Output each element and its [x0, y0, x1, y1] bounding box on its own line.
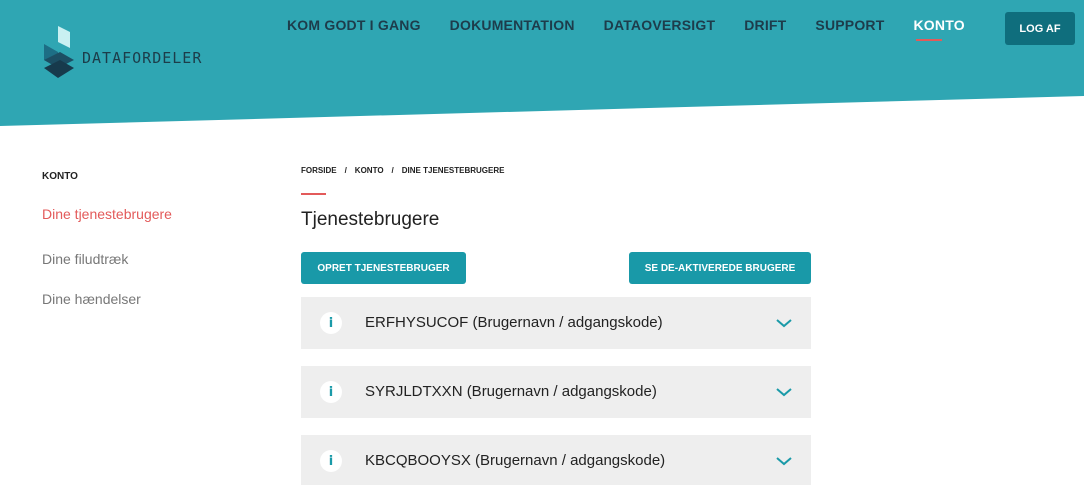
sidebar-item-filudtraek[interactable]: Dine filudtræk — [42, 251, 128, 267]
show-deactivated-users-button[interactable]: SE DE-AKTIVEREDE BRUGERE — [629, 252, 811, 284]
chevron-down-icon[interactable] — [775, 455, 793, 467]
breadcrumb-separator: / — [391, 166, 394, 175]
service-user-label: SYRJLDTXXN (Brugernavn / adgangskode) — [365, 383, 657, 400]
service-user-label: ERFHYSUCOF (Brugernavn / adgangskode) — [365, 314, 663, 331]
info-icon: i — [320, 450, 342, 472]
chevron-down-icon[interactable] — [775, 386, 793, 398]
sidebar: KONTO Dine tjenestebrugere Dine filudtræ… — [22, 150, 262, 320]
info-icon: i — [320, 381, 342, 403]
breadcrumb-forside[interactable]: FORSIDE — [301, 166, 337, 175]
logout-button[interactable]: LOG AF — [1005, 12, 1075, 45]
service-user-label: KBCQBOOYSX (Brugernavn / adgangskode) — [365, 452, 666, 469]
nav-kom-godt-i-gang[interactable]: KOM GODT I GANG — [287, 17, 421, 33]
brand-name: DATAFORDELER — [82, 49, 203, 67]
page-title: Tjenestebrugere — [301, 209, 440, 230]
sidebar-item-tjenestebrugere[interactable]: Dine tjenestebrugere — [42, 206, 172, 222]
breadcrumb-current: DINE TJENESTEBRUGERE — [401, 166, 505, 175]
breadcrumb: FORSIDE / KONTO / DINE TJENESTEBRUGERE — [301, 166, 504, 175]
main-nav: KOM GODT I GANG DOKUMENTATION DATAOVERSI… — [287, 17, 994, 41]
create-service-user-button[interactable]: OPRET TJENESTEBRUGER — [301, 252, 466, 284]
breadcrumb-konto[interactable]: KONTO — [355, 166, 384, 175]
chevron-down-icon[interactable] — [775, 317, 793, 329]
nav-dokumentation[interactable]: DOKUMENTATION — [450, 17, 575, 33]
breadcrumb-separator: / — [344, 166, 347, 175]
nav-dataoversigt[interactable]: DATAOVERSIGT — [604, 17, 716, 33]
service-user-accordion-item[interactable]: i ERFHYSUCOF (Brugernavn / adgangskode) — [301, 297, 811, 349]
service-user-accordion-item[interactable]: i SYRJLDTXXN (Brugernavn / adgangskode) — [301, 366, 811, 418]
datafordeler-logo-icon — [44, 26, 74, 78]
nav-drift[interactable]: DRIFT — [744, 17, 786, 33]
info-icon: i — [320, 312, 342, 334]
sidebar-title: KONTO — [42, 171, 78, 182]
nav-support[interactable]: SUPPORT — [815, 17, 884, 33]
service-user-accordion-item[interactable]: i KBCQBOOYSX (Brugernavn / adgangskode) — [301, 435, 811, 485]
title-accent-line — [301, 193, 326, 195]
brand-logo[interactable]: DATAFORDELER — [40, 22, 202, 84]
nav-konto[interactable]: KONTO — [914, 17, 965, 41]
sidebar-item-haendelser[interactable]: Dine hændelser — [42, 291, 141, 307]
